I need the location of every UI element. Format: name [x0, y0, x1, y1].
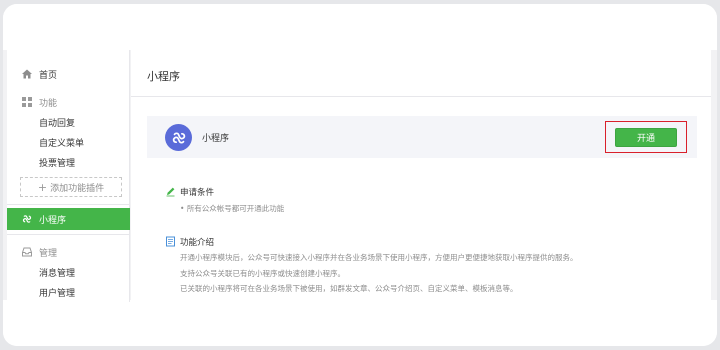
sidebar-group-label: 功能	[39, 98, 58, 109]
sidebar-item-label: 首页	[39, 70, 58, 81]
intro-line: 开通小程序模块后，公众号可快速接入小程序并在各业务场景下使用小程序，方便用户更便…	[180, 253, 578, 262]
bottom-bar	[3, 300, 717, 346]
sidebar-item-label: 自动回复	[39, 118, 76, 129]
highlight-box: 开通	[605, 121, 687, 153]
sidebar-divider	[7, 204, 130, 205]
add-plugin-label: 添加功能插件	[50, 183, 105, 194]
sidebar-item-home[interactable]: 首页	[7, 64, 130, 84]
intro-title: 功能介绍	[180, 238, 215, 248]
mini-program-card: 小程序 开通	[147, 116, 697, 158]
sidebar-item-vote-manage[interactable]: 投票管理	[7, 152, 130, 172]
conditions-item: • 所有公众帐号都可开通此功能	[180, 203, 284, 214]
sidebar-item-message-manage[interactable]: 消息管理	[7, 262, 130, 282]
sidebar-item-label: 投票管理	[39, 158, 76, 169]
home-icon	[21, 68, 33, 80]
sidebar-group-function: 功能	[7, 92, 130, 112]
sidebar-item-label: 自定义菜单	[39, 138, 85, 149]
conditions-title: 申请条件	[180, 188, 215, 198]
sidebar-group-label: 管理	[39, 248, 58, 259]
bullet: •	[180, 204, 187, 213]
sidebar-item-label: 消息管理	[39, 268, 76, 279]
plus-icon: +	[37, 180, 48, 194]
main-panel: 小程序 小程序 开通 申请条件 • 所有公众帐号都可开通此功能 功能介绍 开通小…	[131, 50, 711, 302]
document-icon	[165, 236, 176, 247]
sidebar-item-user-manage[interactable]: 用户管理	[7, 282, 130, 302]
top-bar	[3, 4, 717, 50]
sidebar-item-custom-menu[interactable]: 自定义菜单	[7, 132, 130, 152]
mini-program-icon	[21, 213, 33, 225]
sidebar-item-auto-reply[interactable]: 自动回复	[7, 112, 130, 132]
intro-line: 支持公众号关联已有的小程序或快速创建小程序。	[180, 269, 345, 278]
mini-program-logo-icon	[165, 124, 192, 151]
sidebar-item-label: 小程序	[39, 215, 67, 226]
conditions-text: 所有公众帐号都可开通此功能	[186, 204, 285, 213]
grid-icon	[21, 96, 33, 108]
sidebar-item-mini-program[interactable]: 小程序	[7, 208, 130, 230]
page-title: 小程序	[147, 70, 180, 83]
sidebar-group-manage: 管理	[7, 242, 130, 262]
sidebar-item-label: 用户管理	[39, 288, 76, 299]
intro-line: 已关联的小程序将可在各业务场景下被使用，如群发文章、公众号介绍页、自定义菜单、模…	[180, 284, 518, 293]
sidebar: 首页 功能 自动回复 自定义菜单 投票管理 + 添加功能插件 小程序 管理 消息…	[7, 50, 130, 302]
card-name: 小程序	[202, 134, 230, 144]
sidebar-divider	[7, 234, 130, 235]
title-divider	[131, 96, 711, 97]
open-button[interactable]: 开通	[615, 128, 677, 147]
pencil-icon	[165, 186, 176, 197]
inbox-icon	[21, 246, 33, 258]
add-plugin-button[interactable]: + 添加功能插件	[20, 177, 122, 197]
